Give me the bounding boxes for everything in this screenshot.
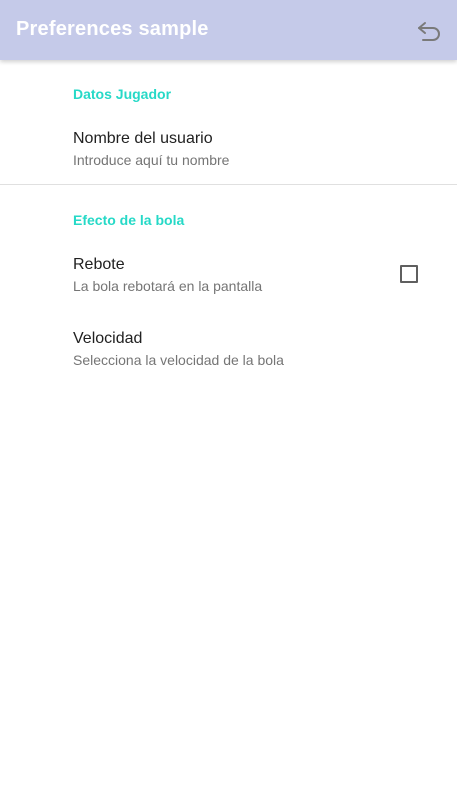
pref-title: Rebote [73,256,125,273]
back-button[interactable] [412,15,446,47]
pref-title: Nombre del usuario [73,130,213,147]
pref-summary: La bola rebotará en la pantalla [73,278,263,294]
category-divider [0,184,457,185]
pref-nombre-usuario[interactable]: Nombre del usuario Introduce aquí tu nom… [0,130,457,180]
pref-summary: Introduce aquí tu nombre [73,152,230,168]
category-datos-jugador: Datos Jugador [73,86,172,102]
category-efecto-bola: Efecto de la bola [73,212,185,228]
pref-rebote[interactable]: Rebote La bola rebotará en la pantalla [0,256,457,306]
app-title: Preferences sample [16,18,209,40]
pref-velocidad[interactable]: Velocidad Selecciona la velocidad de la … [0,330,457,380]
pref-summary: Selecciona la velocidad de la bola [73,352,284,368]
pref-title: Velocidad [73,330,143,347]
app-bar: Preferences sample [0,0,457,60]
rebote-checkbox[interactable] [400,265,418,283]
undo-arrow-icon [418,22,440,41]
preferences-list: Datos Jugador Nombre del usuario Introdu… [0,60,457,792]
